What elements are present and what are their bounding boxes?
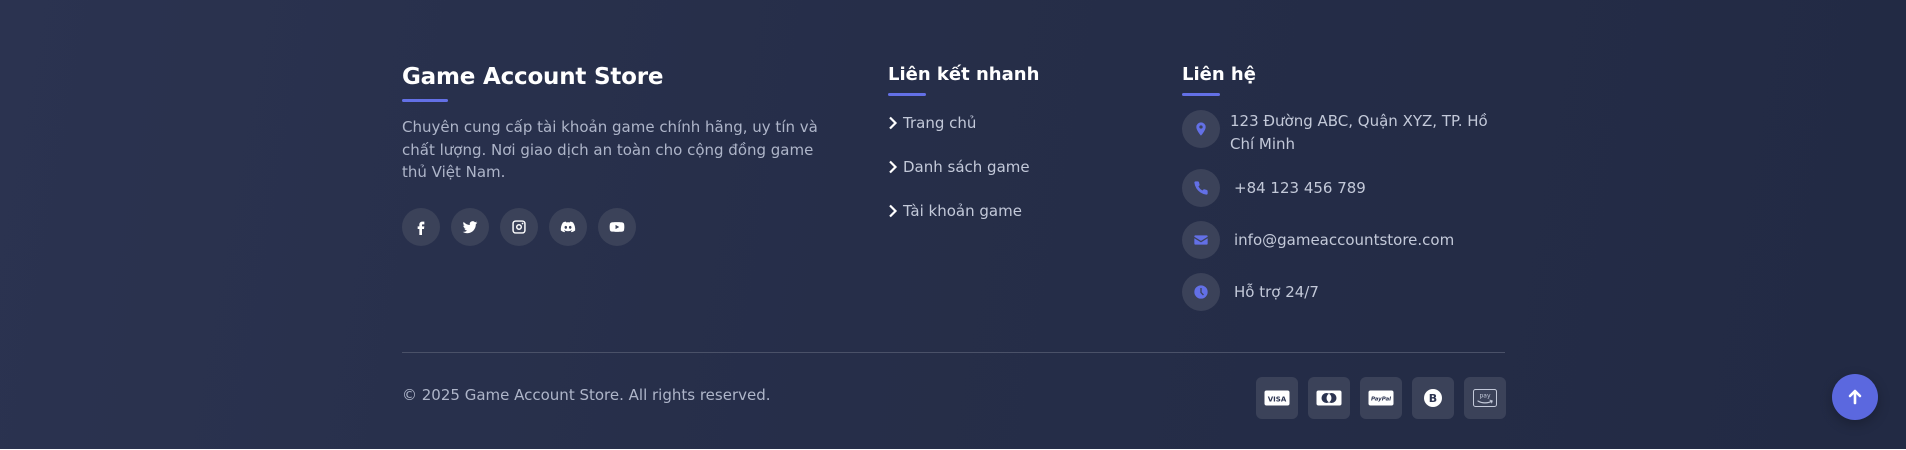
paypal-icon: PayPal: [1368, 390, 1394, 406]
svg-text:VISA: VISA: [1268, 396, 1287, 404]
link-home[interactable]: Trang chủ: [888, 112, 1128, 134]
clock-icon: [1194, 285, 1208, 299]
quick-links-title: Liên kết nhanh: [888, 64, 1040, 85]
link-label: Danh sách game: [903, 158, 1030, 176]
discord-link[interactable]: [549, 207, 587, 246]
svg-text:B: B: [1429, 392, 1437, 405]
instagram-link[interactable]: [500, 207, 538, 246]
twitter-icon: [462, 220, 478, 233]
facebook-icon: [417, 221, 425, 235]
title-underline: [402, 99, 448, 102]
icon-circle: [1182, 169, 1220, 207]
phone-text: +84 123 456 789: [1234, 179, 1366, 197]
phone-icon: [1194, 181, 1208, 195]
youtube-icon: [609, 221, 625, 232]
chevron-right-icon: [889, 116, 898, 130]
about-description: Chuyên cung cấp tài khoản game chính hãn…: [402, 118, 818, 181]
copyright-text: © 2025 Game Account Store. All rights re…: [402, 386, 771, 404]
youtube-link[interactable]: [598, 207, 636, 246]
link-game-accounts[interactable]: Tài khoản game: [888, 200, 1128, 222]
mastercard-icon: [1316, 390, 1342, 406]
instagram-icon: [512, 219, 526, 234]
contact-title: Liên hệ: [1182, 64, 1256, 85]
twitter-link[interactable]: [451, 207, 489, 246]
chevron-right-icon: [889, 160, 898, 174]
email-text: info@gameaccountstore.com: [1234, 231, 1455, 249]
discord-icon: [560, 221, 576, 232]
link-game-list[interactable]: Danh sách game: [888, 156, 1128, 178]
quick-links-section: Liên kết nhanh Trang chủ Danh sách game …: [888, 60, 1128, 244]
payment-paypal: PayPal: [1360, 377, 1402, 419]
title-underline: [1182, 93, 1220, 96]
address-text: 123 Đường ABC, Quận XYZ, TP. Hồ Chí Minh: [1230, 112, 1488, 153]
visa-icon: VISA: [1264, 390, 1290, 406]
icon-circle: [1182, 110, 1220, 148]
map-marker-icon: [1196, 122, 1206, 136]
amazon-pay-icon: pay: [1473, 389, 1497, 407]
about-section: Game Account Store Chuyên cung cấp tài k…: [402, 60, 822, 246]
bitcoin-icon: B: [1424, 389, 1442, 407]
title-underline: [888, 93, 926, 96]
icon-circle: [1182, 273, 1220, 311]
payment-visa: VISA: [1256, 377, 1298, 419]
link-label: Trang chủ: [903, 114, 977, 132]
social-links: [402, 207, 822, 246]
payment-mastercard: [1308, 377, 1350, 419]
contact-section: Liên hệ 123 Đường ABC, Quận XYZ, TP. Hồ …: [1182, 60, 1512, 325]
site-footer: Game Account Store Chuyên cung cấp tài k…: [0, 0, 1906, 449]
contact-address: 123 Đường ABC, Quận XYZ, TP. Hồ Chí Minh: [1182, 110, 1512, 155]
hours-text: Hỗ trợ 24/7: [1234, 283, 1319, 301]
brand-title: Game Account Store: [402, 64, 664, 90]
icon-circle: [1182, 221, 1220, 259]
footer-divider: [402, 352, 1505, 353]
contact-hours: Hỗ trợ 24/7: [1182, 273, 1512, 311]
payment-methods: VISA PayPal B pay: [1256, 377, 1506, 419]
link-label: Tài khoản game: [903, 202, 1022, 220]
facebook-link[interactable]: [402, 207, 440, 246]
quick-links-list: Trang chủ Danh sách game Tài khoản game: [888, 112, 1128, 222]
contact-list: 123 Đường ABC, Quận XYZ, TP. Hồ Chí Minh…: [1182, 110, 1512, 311]
chevron-right-icon: [889, 204, 898, 218]
svg-text:pay: pay: [1479, 393, 1490, 400]
payment-amazon-pay: pay: [1464, 377, 1506, 419]
payment-bitcoin: B: [1412, 377, 1454, 419]
arrow-up-icon: [1848, 389, 1862, 405]
envelope-icon: [1194, 235, 1208, 245]
contact-email: info@gameaccountstore.com: [1182, 221, 1512, 259]
contact-phone: +84 123 456 789: [1182, 169, 1512, 207]
svg-text:PayPal: PayPal: [1371, 397, 1391, 403]
back-to-top-button[interactable]: [1832, 374, 1878, 420]
